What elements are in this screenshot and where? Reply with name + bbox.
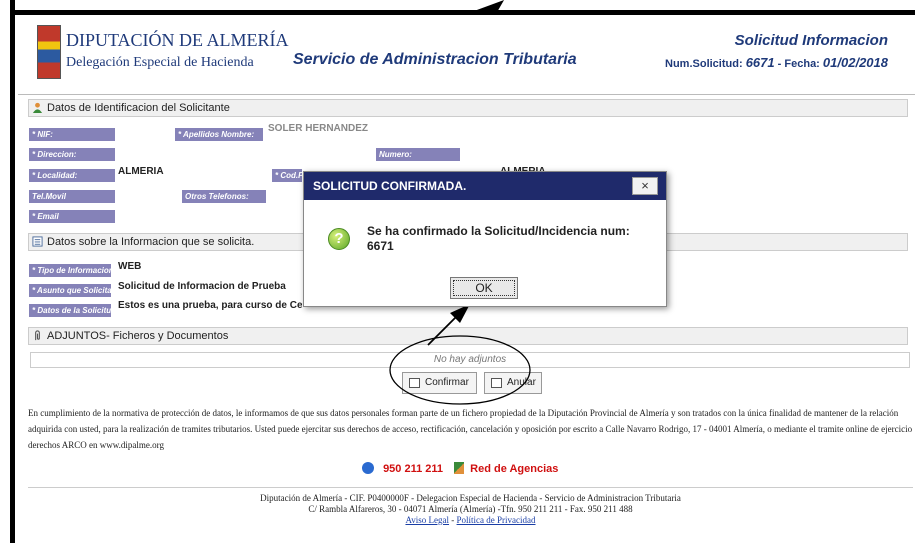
other-phones-label: Otros Telefonos: [182, 190, 266, 203]
service-title: Servicio de Administracion Tributaria [293, 51, 577, 68]
dialog-message: Se ha confirmado la Solicitud/Incidencia… [367, 224, 630, 254]
request-title: Solicitud Informacion [734, 32, 888, 49]
question-icon: ? [328, 228, 350, 250]
dialog-title: SOLICITUD CONFIRMADA. [304, 172, 666, 200]
applicant-section-title: Datos de Identificacion del Solicitante [47, 102, 230, 114]
surname-value: SOLER HERNANDEZ [268, 123, 369, 134]
agencies-link[interactable]: Red de Agencias [470, 463, 558, 475]
dialog-close-button[interactable]: × [632, 177, 658, 195]
nif-label: * NIF: [29, 128, 115, 141]
footer-links: Aviso Legal - Política de Privacidad [28, 515, 913, 526]
contact-row: 950 211 211 Red de Agencias [362, 462, 558, 475]
subject-value: Solicitud de Informacion de Prueba [118, 281, 286, 292]
page-frame: DIPUTACIÓN DE ALMERÍA Delegación Especia… [0, 0, 915, 543]
subject-label: * Asunto que Solicita: [29, 284, 114, 297]
footer-line-1: Diputación de Almería - CIF. P0400000F -… [260, 493, 681, 503]
details-label: * Datos de la Solicitud: [29, 304, 119, 317]
request-num: 6671 [745, 55, 775, 70]
legal-notice-link[interactable]: Aviso Legal [405, 515, 449, 525]
number-label: Numero: [376, 148, 460, 161]
details-value: Estos es una prueba, para curso de Centr… [118, 300, 302, 311]
info-type-value: WEB [118, 261, 142, 272]
org-subtitle: Delegación Especial de Hacienda [66, 55, 254, 70]
annotation-arrow-line [427, 314, 459, 346]
annotation-border-top [10, 10, 915, 15]
annotation-border-left [10, 0, 15, 543]
locality-label: * Localidad: [29, 169, 115, 182]
agencies-icon [454, 462, 465, 474]
person-icon [32, 102, 43, 113]
locality-value: ALMERIA [118, 166, 164, 177]
document-icon [32, 236, 43, 247]
annotation-highlight [389, 304, 531, 405]
attachments-section-title: ADJUNTOS- Ficheros y Documentos [47, 330, 229, 342]
surname-label: * Apellidos Nombre: [175, 128, 263, 141]
info-type-label: * Tipo de Informacion: [29, 264, 116, 277]
annotation-ellipse [389, 335, 531, 405]
applicant-section-header: Datos de Identificacion del Solicitante [28, 99, 908, 117]
date-label: - Fecha: [777, 58, 820, 70]
paperclip-icon [35, 330, 40, 341]
request-date: 01/02/2018 [822, 55, 888, 70]
page-header: DIPUTACIÓN DE ALMERÍA Delegación Especia… [18, 17, 915, 95]
address-label: * Direccion: [29, 148, 115, 161]
coat-of-arms-icon [37, 25, 61, 79]
footer-separator: - [449, 515, 457, 525]
footer-line-2: C/ Rambla Alfareros, 30 - 04071 Almería … [308, 504, 633, 514]
footer-divider [28, 487, 913, 488]
dialog-ok-button[interactable]: OK [450, 277, 518, 299]
request-num-label: Num.Solicitud: [665, 58, 743, 70]
dialog-message-line-1: Se ha confirmado la Solicitud/Incidencia… [367, 224, 630, 238]
request-meta: Num.Solicitud: 6671 - Fecha: 01/02/2018 [665, 55, 888, 70]
mobile-label: Tel.Movil [29, 190, 115, 203]
info-section-title: Datos sobre la Informacion que se solici… [47, 236, 255, 248]
org-name: DIPUTACIÓN DE ALMERÍA [66, 30, 289, 50]
page-footer: Diputación de Almería - CIF. P0400000F -… [28, 493, 913, 526]
legal-notice: En cumplimiento de la normativa de prote… [28, 408, 913, 450]
confirmation-dialog: SOLICITUD CONFIRMADA. × ? Se ha confirma… [303, 171, 667, 307]
privacy-policy-link[interactable]: Política de Privacidad [457, 515, 536, 525]
contact-phone: 950 211 211 [383, 463, 444, 475]
postal-code-label: * Cod.Postal: [272, 169, 325, 182]
phone-icon [362, 462, 374, 474]
email-label: * Email [29, 210, 115, 223]
dialog-message-line-2: 6671 [367, 239, 394, 253]
